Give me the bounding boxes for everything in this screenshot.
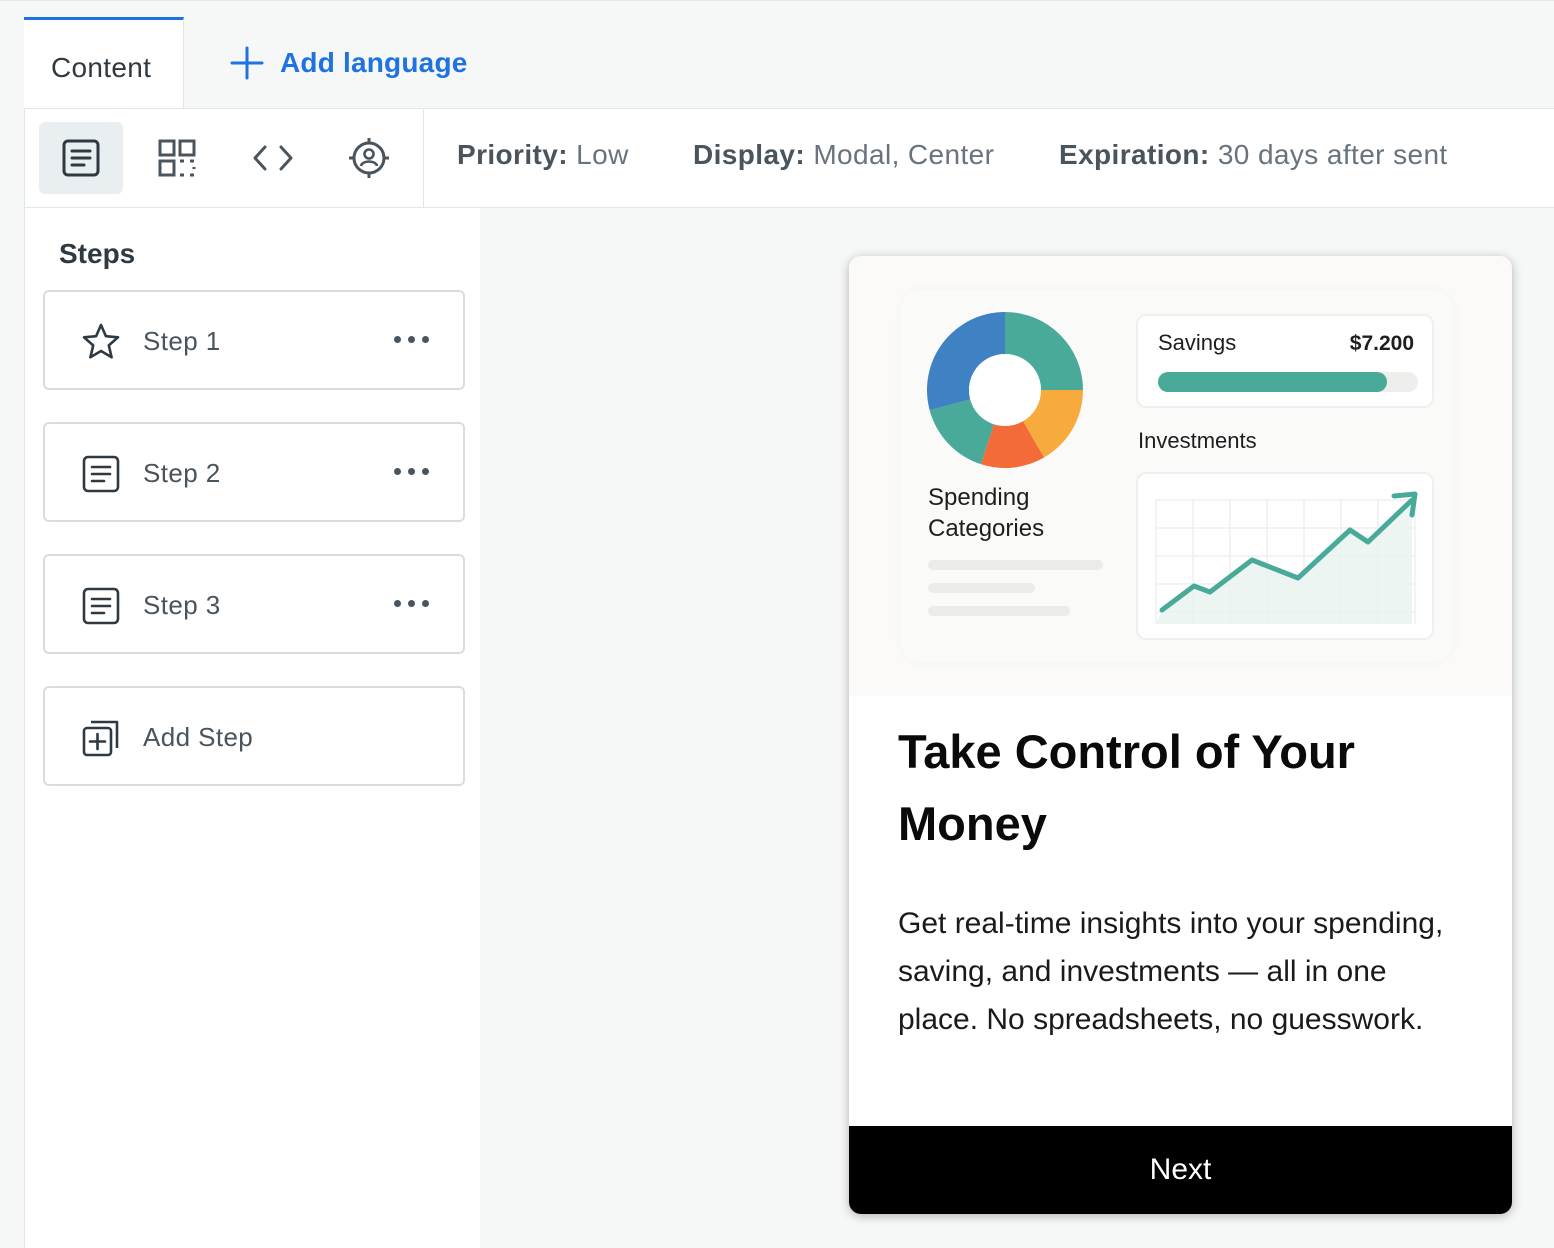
step-item-3[interactable]: Step 3 [43, 554, 465, 654]
add-language-button[interactable]: Add language [230, 43, 468, 83]
add-language-label: Add language [280, 47, 468, 78]
star-icon [82, 323, 120, 359]
target-user-icon [349, 138, 389, 178]
modal-body: Get real-time insights into your spendin… [898, 907, 1444, 1036]
donut-hole [969, 354, 1041, 426]
skeleton-line [928, 583, 1035, 593]
steps-sidebar: Steps Step 1 Step 2 Step 3 Add Step [24, 208, 480, 1248]
preview-modal: Spending Categories Savings $7.200 Inves… [849, 256, 1512, 1214]
chart-area [1156, 500, 1412, 624]
skeleton-line [928, 606, 1070, 616]
expiration-value: 30 days after sent [1217, 139, 1448, 170]
expiration-meta: Expiration: 30 days after sent [1059, 139, 1448, 171]
document-icon [82, 587, 120, 625]
modal-title: Take Control of Your Money [898, 725, 1355, 850]
investments-label: Investments [1138, 428, 1257, 453]
step-item-1[interactable]: Step 1 [43, 290, 465, 390]
plus-icon [230, 46, 264, 80]
savings-progress-track [1158, 372, 1418, 392]
tab-content-label: Content [51, 52, 152, 83]
hero-illustration: Spending Categories Savings $7.200 Inves… [849, 256, 1512, 696]
code-icon [253, 145, 293, 171]
investments-card [1136, 472, 1434, 640]
investments-line-chart [1155, 491, 1418, 624]
display-label: Display: [693, 139, 806, 170]
document-icon [82, 455, 120, 493]
spending-categories-label: Spending Categories [928, 484, 1045, 542]
tab-bar: Content Add language [0, 0, 1554, 111]
view-code-button[interactable] [231, 122, 315, 194]
qr-code-icon [158, 139, 196, 177]
savings-label: Savings [1158, 330, 1237, 355]
steps-title: Steps [59, 238, 136, 269]
skeleton-line [928, 560, 1103, 570]
toolbar: Priority: Low Display: Modal, Center Exp… [24, 108, 1554, 209]
priority-value: Low [576, 139, 629, 170]
savings-card: Savings $7.200 [1136, 314, 1434, 408]
tab-content[interactable]: Content [24, 17, 184, 111]
more-options-icon[interactable] [394, 600, 429, 607]
savings-value: $7.200 [1349, 332, 1414, 355]
next-button[interactable]: Next [849, 1126, 1512, 1214]
view-targeting-button[interactable] [327, 122, 411, 194]
add-step-button[interactable]: Add Step [43, 686, 465, 786]
donut-chart [927, 312, 1083, 468]
priority-label: Priority: [457, 139, 568, 170]
add-copy-icon [82, 720, 119, 757]
view-content-button[interactable] [39, 122, 123, 194]
add-step-label: Add Step [143, 722, 254, 752]
expiration-label: Expiration: [1059, 139, 1210, 170]
step-label: Step 2 [143, 458, 221, 488]
view-qr-button[interactable] [135, 122, 219, 194]
display-meta: Display: Modal, Center [693, 139, 994, 171]
toolbar-divider [423, 109, 424, 209]
step-label: Step 3 [143, 590, 221, 620]
more-options-icon[interactable] [394, 336, 429, 343]
priority-meta: Priority: Low [457, 139, 629, 171]
savings-progress-fill [1158, 372, 1387, 392]
more-options-icon[interactable] [394, 468, 429, 475]
document-icon [62, 139, 100, 177]
step-label: Step 1 [143, 326, 221, 356]
display-value: Modal, Center [813, 139, 995, 170]
step-item-2[interactable]: Step 2 [43, 422, 465, 522]
